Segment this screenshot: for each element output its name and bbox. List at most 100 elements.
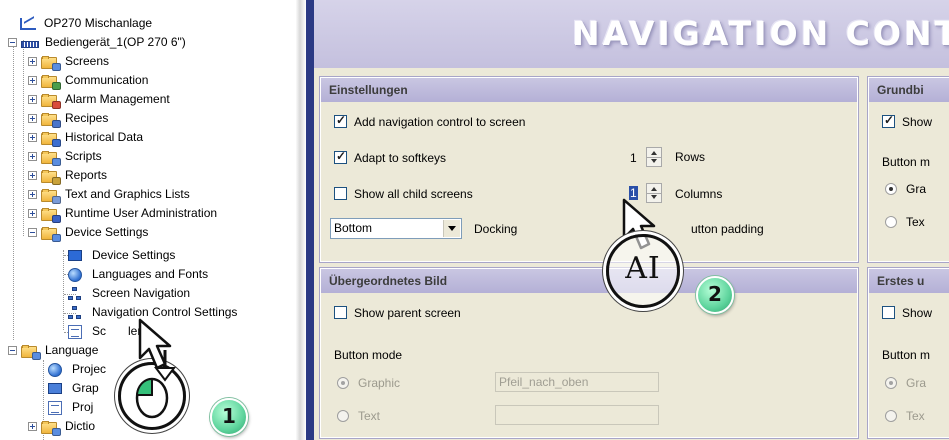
graphic-radio-label: Gra [906, 182, 927, 196]
graphic-icon [48, 381, 66, 397]
adapt-softkeys-checkbox[interactable] [334, 149, 347, 164]
chevron-down-icon[interactable] [443, 220, 460, 237]
text-field[interactable] [495, 405, 659, 425]
collapse-icon[interactable] [8, 346, 17, 355]
expand-icon[interactable] [28, 190, 37, 199]
tree-device[interactable]: Bediengerät_1(OP 270 6") [8, 33, 188, 52]
chart-icon [20, 16, 38, 32]
banner-title: NAVIGATION CONT [572, 14, 949, 53]
expand-icon[interactable] [28, 133, 37, 142]
text-cursor-glyph: AI [625, 251, 661, 286]
add-nav-checkbox[interactable] [334, 113, 347, 128]
step-1-badge: 1 [210, 398, 248, 436]
button-mode-label: Button mode [334, 348, 403, 362]
add-nav-label: Add navigation control to screen [354, 115, 526, 129]
show-parent-label: Show parent screen [354, 306, 461, 320]
tree-child-languages-fonts[interactable]: Languages and Fonts [68, 265, 210, 284]
text-radio[interactable] [885, 216, 897, 228]
group-base-screen: Grundbi Show Button m Gra Tex [867, 76, 949, 263]
graphic-radio[interactable] [885, 183, 897, 195]
show-checkbox[interactable] [882, 113, 895, 128]
document-icon [48, 400, 66, 416]
show-child-checkbox[interactable] [334, 187, 347, 200]
tree-language-child[interactable]: Dictio [28, 417, 97, 436]
text-radio[interactable] [885, 410, 897, 422]
group-parent-screen: Übergeordnetes Bild Show parent screen B… [319, 267, 859, 439]
rows-label: Rows [675, 150, 706, 164]
expand-icon[interactable] [28, 76, 37, 85]
tree-language-child[interactable]: Grap [48, 379, 101, 398]
folder-icon [21, 343, 41, 360]
tree-root[interactable]: OP270 Mischanlage [20, 14, 154, 33]
drag-arrow-icon [154, 350, 176, 382]
graphic-radio[interactable] [885, 377, 897, 389]
tree-item-alarm-management[interactable]: Alarm Management [28, 90, 172, 109]
group-title: Erstes u [869, 269, 949, 293]
tree-item-recipes[interactable]: Recipes [28, 109, 110, 128]
folder-icon [41, 225, 61, 242]
button-mode-label: Button m [882, 348, 931, 362]
expand-icon[interactable] [28, 114, 37, 123]
step-2-badge: 2 [696, 276, 734, 314]
rows-spinner[interactable] [646, 147, 662, 167]
graphic-field[interactable]: Pfeil_nach_oben [495, 372, 659, 392]
text-radio-label: Tex [906, 215, 925, 229]
docking-label: Docking [474, 222, 518, 236]
folder-icon [41, 54, 61, 71]
collapse-icon[interactable] [28, 228, 37, 237]
docking-select[interactable]: Bottom [330, 218, 462, 239]
show-parent-checkbox[interactable] [334, 306, 347, 319]
expand-icon[interactable] [28, 422, 37, 431]
device-icon [21, 35, 39, 51]
tree-child-device-settings[interactable]: Device Settings [68, 246, 177, 265]
folder-icon [41, 419, 61, 436]
expand-icon[interactable] [28, 57, 37, 66]
expand-icon[interactable] [28, 152, 37, 161]
show-child-label: Show all child screens [354, 187, 473, 201]
scheduler-icon [68, 324, 86, 340]
columns-label: Columns [675, 187, 723, 201]
button-mode-label: Button m [882, 155, 931, 169]
monitor-icon [68, 248, 86, 264]
tree-language-child[interactable]: Proj [48, 398, 95, 417]
tree-child-scheduler[interactable]: Sc ler [68, 322, 143, 341]
collapse-icon[interactable] [8, 38, 17, 47]
folder-icon [41, 111, 61, 128]
tree-item-communication[interactable]: Communication [28, 71, 150, 90]
tree-item-scripts[interactable]: Scripts [28, 147, 104, 166]
tree-item-historical-data[interactable]: Historical Data [28, 128, 145, 147]
tree-item-language[interactable]: Language [8, 341, 100, 360]
expand-icon[interactable] [28, 171, 37, 180]
folder-icon [41, 73, 61, 90]
banner: NAVIGATION CONT [314, 0, 949, 68]
network-icon [68, 305, 86, 321]
tree-item-device-settings-folder[interactable]: Device Settings [28, 223, 150, 242]
text-cursor-indicator: AI [606, 234, 680, 308]
tree-item-screens[interactable]: Screens [28, 52, 111, 71]
show-label: Show [902, 115, 933, 129]
globe-icon [68, 267, 86, 283]
folder-icon [41, 206, 61, 223]
text-radio[interactable] [337, 410, 349, 422]
tree-language-child[interactable]: Projec [48, 360, 108, 379]
splitter[interactable] [296, 0, 306, 440]
group-title: Übergeordnetes Bild [321, 269, 857, 293]
folder-icon [41, 149, 61, 166]
folder-icon [41, 130, 61, 147]
tree-item-text-graphics-lists[interactable]: Text and Graphics Lists [28, 185, 192, 204]
tree-item-reports[interactable]: Reports [28, 166, 109, 185]
group-title: Grundbi [869, 78, 949, 102]
tree-child-screen-navigation[interactable]: Screen Navigation [68, 284, 192, 303]
show-checkbox[interactable] [882, 306, 895, 319]
expand-icon[interactable] [28, 95, 37, 104]
rows-value[interactable]: 1 [630, 151, 637, 165]
expand-icon[interactable] [28, 209, 37, 218]
show-label: Show [902, 306, 933, 320]
graphic-radio[interactable] [337, 377, 349, 389]
text-radio-label: Tex [906, 409, 925, 423]
text-radio-label: Text [358, 409, 381, 423]
button-padding-label: utton padding [691, 222, 764, 236]
network-icon [68, 286, 86, 302]
group-title: Einstellungen [321, 78, 857, 102]
tree-item-runtime-user-admin[interactable]: Runtime User Administration [28, 204, 219, 223]
